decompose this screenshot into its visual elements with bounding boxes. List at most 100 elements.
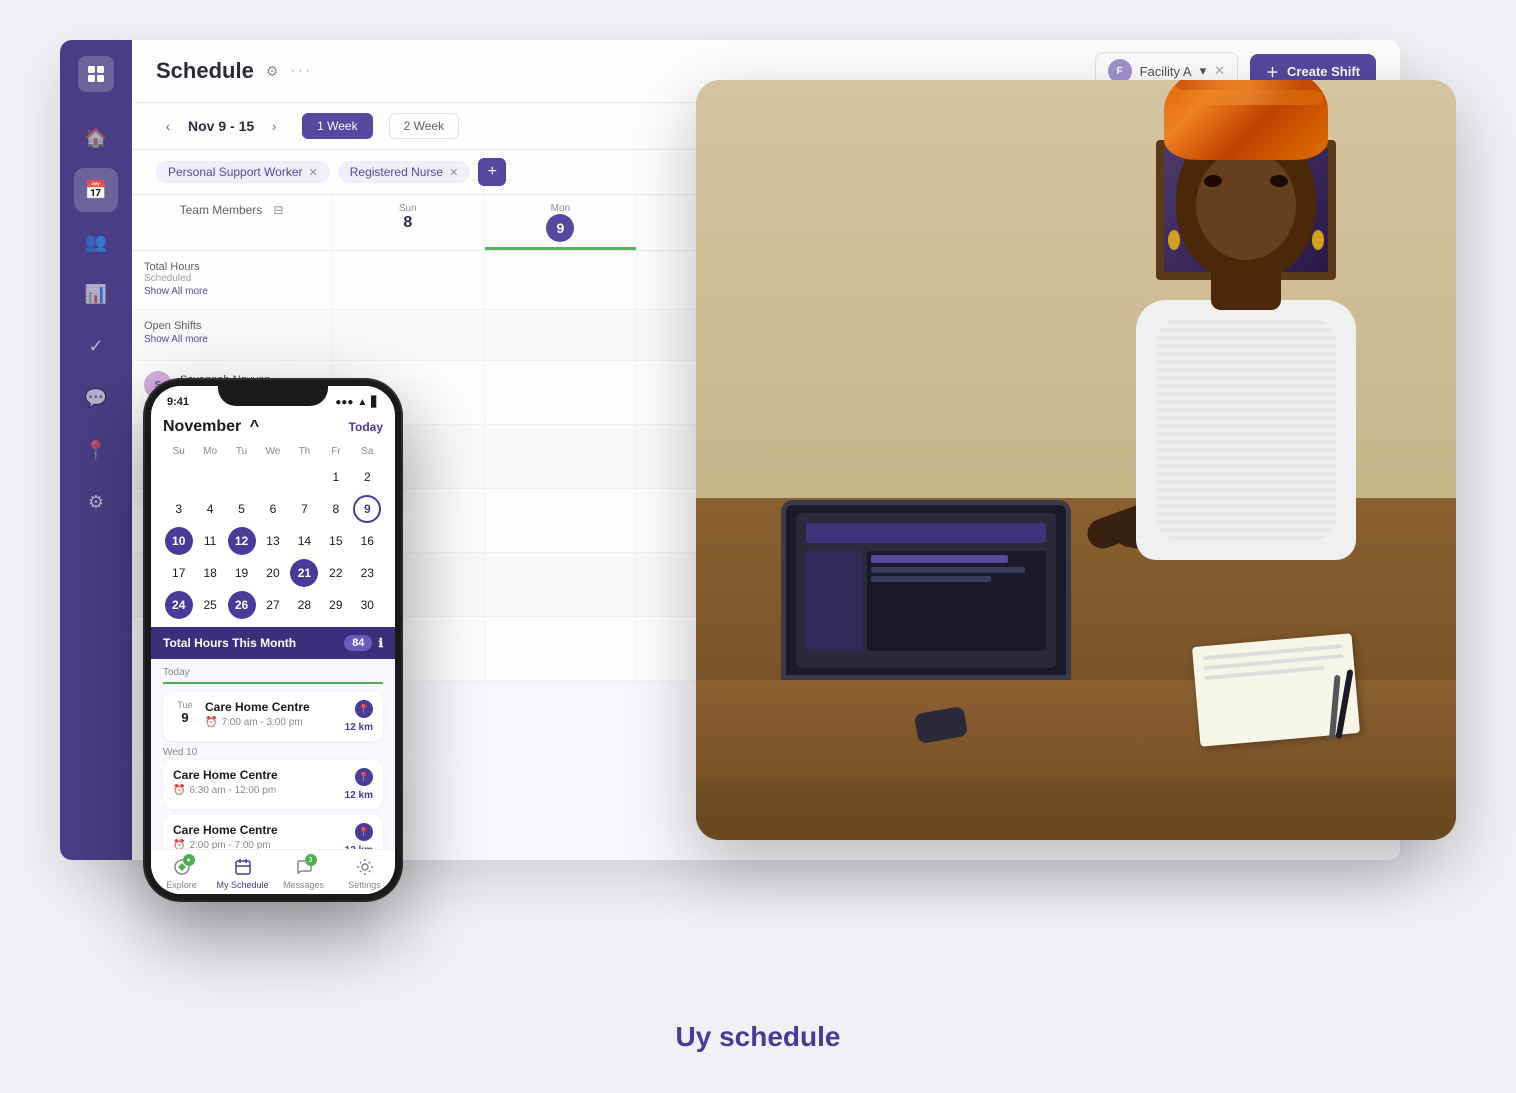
sidebar-item-schedule[interactable]: 📅 <box>74 168 118 212</box>
explore-label: Explore <box>166 880 197 890</box>
filter-tag-psw[interactable]: Personal Support Worker ✕ <box>156 161 330 183</box>
cal-date-empty <box>259 463 287 491</box>
hero-photo <box>696 80 1456 840</box>
filter-tag-psw-close[interactable]: ✕ <box>309 166 318 179</box>
day-label-sa: Sa <box>352 446 383 457</box>
calendar-day-labels: Su Mo Tu We Th Fr Sa <box>163 446 383 457</box>
next-week-button[interactable]: › <box>262 114 286 138</box>
explore-badge: ● <box>183 854 195 866</box>
cal-date-3[interactable]: 3 <box>165 495 193 523</box>
sidebar-item-home[interactable]: 🏠 <box>74 116 118 160</box>
show-all-hours[interactable]: Show All more <box>144 284 208 299</box>
nav-item-messages[interactable]: 3 Messages <box>273 856 334 890</box>
cal-date-23[interactable]: 23 <box>353 559 381 587</box>
facility-close-icon[interactable]: ✕ <box>1214 63 1225 79</box>
cal-date-9-today[interactable]: 9 <box>353 495 381 523</box>
cal-date-1[interactable]: 1 <box>322 463 350 491</box>
cal-date-30[interactable]: 30 <box>353 591 381 619</box>
two-week-view-button[interactable]: 2 Week <box>389 113 459 139</box>
cal-date-24[interactable]: 24 <box>165 591 193 619</box>
cal-date-14[interactable]: 14 <box>290 527 318 555</box>
today-section-label: Today <box>163 667 383 678</box>
messages-icon: 3 <box>293 856 315 878</box>
sidebar-item-messages[interactable]: 💬 <box>74 376 118 420</box>
facility-dropdown-icon: ▾ <box>1200 63 1207 79</box>
schedule-item[interactable]: Tue 9 Care Home Centre ⏰ 7:00 am - 3:00 … <box>163 692 383 741</box>
cal-date-8[interactable]: 8 <box>322 495 350 523</box>
grid-header-label-col: Team Members ⊟ <box>132 195 332 250</box>
cal-date-26[interactable]: 26 <box>228 591 256 619</box>
add-filter-button[interactable]: + <box>478 158 506 186</box>
schedule-item[interactable]: Care Home Centre ⏰ 6:30 am - 12:00 pm 📍 … <box>163 760 383 809</box>
location-icon: 📍 <box>355 823 373 841</box>
one-week-view-button[interactable]: 1 Week <box>302 113 372 139</box>
grid-cell <box>485 489 638 552</box>
info-icon: ℹ <box>378 636 383 650</box>
app-logo[interactable] <box>78 56 114 92</box>
cal-date-13[interactable]: 13 <box>259 527 287 555</box>
cal-date-2[interactable]: 2 <box>353 463 381 491</box>
cal-date-25[interactable]: 25 <box>196 591 224 619</box>
cal-date-22[interactable]: 22 <box>322 559 350 587</box>
grid-header-mon-today: Mon 9 <box>485 195 638 250</box>
day-label-tu: Tu <box>226 446 257 457</box>
sidebar: 🏠 📅 👥 📊 ✓ 💬 📍 ⚙ <box>60 40 132 860</box>
row-label-hours: Total Hours Scheduled Show All more <box>132 251 332 309</box>
messages-label: Messages <box>283 880 324 890</box>
sidebar-item-settings[interactable]: ⚙ <box>74 480 118 524</box>
cal-date-18[interactable]: 18 <box>196 559 224 587</box>
create-shift-icon: ＋ <box>1266 62 1279 81</box>
filter-icon[interactable]: ⊟ <box>273 203 283 217</box>
cal-date-4[interactable]: 4 <box>196 495 224 523</box>
cal-date-15[interactable]: 15 <box>322 527 350 555</box>
cal-date-5[interactable]: 5 <box>228 495 256 523</box>
battery-icon: ▋ <box>371 397 379 408</box>
cal-date-10[interactable]: 10 <box>165 527 193 555</box>
sidebar-item-reports[interactable]: 📊 <box>74 272 118 316</box>
filter-tag-rn-close[interactable]: ✕ <box>449 166 458 179</box>
my-schedule-icon <box>232 856 254 878</box>
cal-date-6[interactable]: 6 <box>259 495 287 523</box>
sidebar-item-locations[interactable]: 📍 <box>74 428 118 472</box>
calendar-month[interactable]: November ^ <box>163 418 259 436</box>
grid-cell <box>485 553 638 616</box>
nav-item-my-schedule[interactable]: My Schedule <box>212 856 273 890</box>
bottom-text-area: Uy schedule <box>676 1021 841 1053</box>
cal-date-20[interactable]: 20 <box>259 559 287 587</box>
grid-cell <box>485 361 638 424</box>
date-navigation: ‹ Nov 9 - 15 › <box>156 114 286 138</box>
calendar-expand-icon: ^ <box>250 418 259 435</box>
cal-date-29[interactable]: 29 <box>322 591 350 619</box>
nav-item-settings[interactable]: Settings <box>334 856 395 890</box>
show-all-open[interactable]: Show All more <box>144 332 208 347</box>
cal-date-empty <box>165 463 193 491</box>
phone-schedule-list: Today Tue 9 Care Home Centre ⏰ 7:00 am -… <box>151 659 395 849</box>
day-label-su: Su <box>163 446 194 457</box>
calendar-today-button[interactable]: Today <box>349 420 383 434</box>
schedule-item[interactable]: Care Home Centre ⏰ 2:00 pm - 7:00 pm 📍 1… <box>163 815 383 849</box>
cal-date-28[interactable]: 28 <box>290 591 318 619</box>
clock-icon: ⏰ <box>173 785 185 796</box>
cal-date-7[interactable]: 7 <box>290 495 318 523</box>
cal-date-19[interactable]: 19 <box>228 559 256 587</box>
phone-screen: 9:41 ●●● ▲ ▋ November ^ Today Su Mo Tu <box>151 386 395 894</box>
day-label-fr: Fr <box>320 446 351 457</box>
more-options-icon[interactable]: ··· <box>290 62 312 80</box>
cal-date-21[interactable]: 21 <box>290 559 318 587</box>
sidebar-item-tasks[interactable]: ✓ <box>74 324 118 368</box>
row-label-open-shifts: Open Shifts Show All more <box>132 310 332 360</box>
cal-date-27[interactable]: 27 <box>259 591 287 619</box>
schedule-item-name: Care Home Centre <box>173 823 345 837</box>
cal-date-16[interactable]: 16 <box>353 527 381 555</box>
filter-tag-label: Registered Nurse <box>350 165 443 179</box>
cal-date-17[interactable]: 17 <box>165 559 193 587</box>
nav-item-explore[interactable]: ● Explore <box>151 856 212 890</box>
page-title: Schedule <box>156 58 254 84</box>
phone-calendar: November ^ Today Su Mo Tu We Th Fr Sa <box>151 412 395 627</box>
settings-gear-icon[interactable]: ⚙ <box>266 63 279 80</box>
sidebar-item-users[interactable]: 👥 <box>74 220 118 264</box>
filter-tag-rn[interactable]: Registered Nurse ✕ <box>338 161 471 183</box>
cal-date-12[interactable]: 12 <box>228 527 256 555</box>
prev-week-button[interactable]: ‹ <box>156 114 180 138</box>
cal-date-11[interactable]: 11 <box>196 527 224 555</box>
